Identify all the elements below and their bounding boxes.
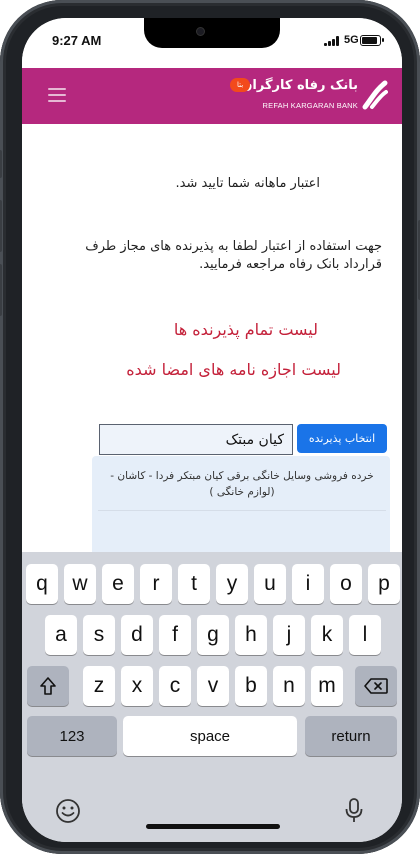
volume-up-button xyxy=(0,200,2,252)
key-y[interactable]: y xyxy=(216,564,248,604)
network-type: 5G xyxy=(344,34,359,46)
key-c[interactable]: c xyxy=(159,666,191,706)
key-n[interactable]: n xyxy=(273,666,305,706)
screen: 9:27 AM 5G بانک رفاه کارگران REFAH KARGA… xyxy=(22,18,402,842)
key-z[interactable]: z xyxy=(83,666,115,706)
status-bar: 9:27 AM 5G xyxy=(22,18,402,66)
battery-icon xyxy=(360,35,384,46)
key-m[interactable]: m xyxy=(311,666,343,706)
key-u[interactable]: u xyxy=(254,564,286,604)
key-j[interactable]: j xyxy=(273,615,305,655)
signal-icon xyxy=(324,36,340,46)
key-k[interactable]: k xyxy=(311,615,343,655)
volume-down-button xyxy=(0,264,2,316)
instruction-message: جهت استفاده از اعتبار لطفا به پذیرنده ها… xyxy=(85,239,382,272)
home-indicator[interactable] xyxy=(146,824,280,829)
key-i[interactable]: i xyxy=(292,564,324,604)
key-g[interactable]: g xyxy=(197,615,229,655)
key-f[interactable]: f xyxy=(159,615,191,655)
key-b[interactable]: b xyxy=(235,666,267,706)
phone-frame: 9:27 AM 5G بانک رفاه کارگران REFAH KARGA… xyxy=(0,0,420,854)
key-l[interactable]: l xyxy=(349,615,381,655)
shift-icon xyxy=(40,677,56,695)
numbers-key[interactable]: 123 xyxy=(27,716,117,756)
silent-switch xyxy=(0,150,2,178)
all-merchants-link[interactable]: لیست تمام پذیرنده ها xyxy=(174,320,318,339)
refah-logo-icon xyxy=(362,80,388,110)
bank-name-fa: بانک رفاه کارگران xyxy=(241,78,358,93)
key-v[interactable]: v xyxy=(197,666,229,706)
key-r[interactable]: r xyxy=(140,564,172,604)
on-screen-keyboard: qwertyuiop asdfghjkl zxcvbnm 123 space r… xyxy=(22,552,402,842)
key-x[interactable]: x xyxy=(121,666,153,706)
backspace-key[interactable] xyxy=(355,666,397,706)
select-merchant-button[interactable]: انتخاب پذیرنده xyxy=(297,424,387,453)
camera-icon xyxy=(196,27,205,36)
key-d[interactable]: d xyxy=(121,615,153,655)
emoji-icon[interactable] xyxy=(54,797,82,825)
space-key[interactable]: space xyxy=(123,716,297,756)
key-s[interactable]: s xyxy=(83,615,115,655)
backspace-icon xyxy=(364,678,388,694)
search-result-item[interactable]: خرده فروشی وسایل خانگی برقی کیان مبتکر ف… xyxy=(98,456,386,511)
key-h[interactable]: h xyxy=(235,615,267,655)
bank-logo: بانک رفاه کارگران REFAH KARGARAN BANK بت… xyxy=(228,74,388,118)
key-q[interactable]: q xyxy=(26,564,58,604)
merchant-search-input[interactable] xyxy=(99,424,293,455)
microphone-icon[interactable] xyxy=(342,797,366,825)
key-a[interactable]: a xyxy=(45,615,77,655)
beta-badge: بتا xyxy=(230,78,251,92)
key-o[interactable]: o xyxy=(330,564,362,604)
bank-name-en: REFAH KARGARAN BANK xyxy=(262,101,358,110)
notch xyxy=(144,18,280,48)
return-key[interactable]: return xyxy=(305,716,397,756)
key-w[interactable]: w xyxy=(64,564,96,604)
shift-key[interactable] xyxy=(27,666,69,706)
credit-approved-message: اعتبار ماهانه شما تایید شد. xyxy=(175,176,320,191)
signed-permits-link[interactable]: لیست اجازه نامه های امضا شده xyxy=(126,360,341,379)
app-header: بانک رفاه کارگران REFAH KARGARAN BANK بت… xyxy=(22,68,402,124)
status-time: 9:27 AM xyxy=(52,33,102,48)
key-e[interactable]: e xyxy=(102,564,134,604)
hamburger-menu-icon[interactable] xyxy=(48,87,66,103)
key-p[interactable]: p xyxy=(368,564,400,604)
key-t[interactable]: t xyxy=(178,564,210,604)
